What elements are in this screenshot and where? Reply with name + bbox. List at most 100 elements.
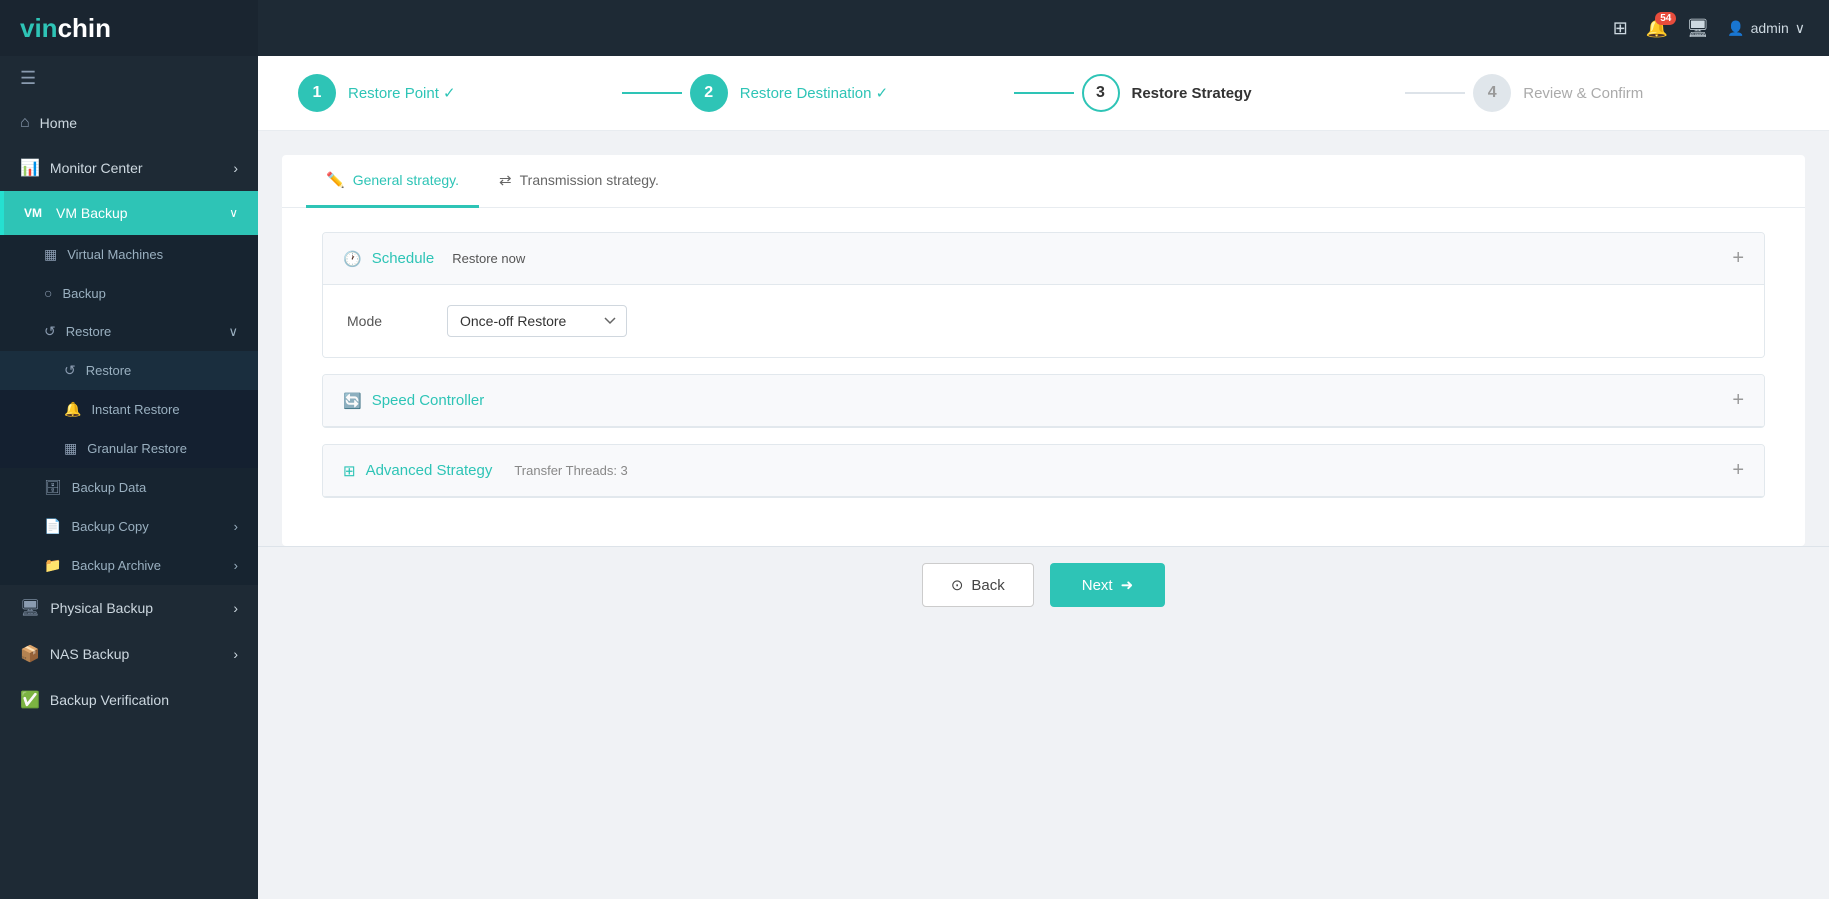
sidebar-label-monitor: Monitor Center (50, 160, 143, 176)
physical-backup-icon: 🖥 (20, 598, 40, 618)
logo: vinchin (0, 0, 258, 56)
sidebar-item-home[interactable]: ⌂ Home (0, 101, 258, 145)
tab-transmission[interactable]: ⇄ Transmission strategy. (479, 155, 679, 208)
next-button[interactable]: Next ➜ (1050, 563, 1165, 607)
mode-label: Mode (347, 313, 427, 329)
sidebar-sub-vm: ▦ Virtual Machines ○ Backup ↺ Restore ∨ … (0, 235, 258, 585)
next-arrow-icon: ➜ (1121, 576, 1134, 594)
sidebar-label-backup-archive: Backup Archive (71, 558, 161, 573)
user-label: admin (1751, 20, 1789, 36)
sidebar-item-backup[interactable]: ○ Backup (0, 274, 258, 312)
step-4-label: Review & Confirm (1523, 85, 1643, 102)
next-label: Next (1082, 577, 1113, 594)
sidebar-label-restore-parent: Restore (66, 324, 112, 339)
sidebar-item-vm-backup[interactable]: VM VM Backup ∨ (0, 191, 258, 235)
back-button[interactable]: ⊙ Back (922, 563, 1034, 607)
main-content: ⊞ 🔔 54 🖥 👤 admin ∨ 1 Restore Point ✓ 2 R… (258, 0, 1829, 899)
content-inner: ✏️ General strategy. ⇄ Transmission stra… (282, 155, 1805, 546)
chevron-backup-archive-icon: › (234, 558, 238, 573)
pencil-icon: ✏️ (326, 171, 345, 189)
notification-badge: 54 (1655, 12, 1676, 25)
backup-icon: ○ (44, 285, 52, 301)
schedule-card-header[interactable]: 🕐 Schedule Restore now + (323, 233, 1764, 285)
advanced-expand-icon[interactable]: + (1732, 459, 1744, 482)
advanced-title: Advanced Strategy (366, 462, 493, 479)
sidebar-label-nas-backup: NAS Backup (50, 646, 129, 662)
sidebar-item-backup-archive[interactable]: 📁 Backup Archive › (0, 546, 258, 585)
chevron-physical-icon: › (233, 600, 238, 616)
grid-icon[interactable]: ⊞ (1613, 18, 1628, 39)
sidebar-item-nas-backup[interactable]: 📦 NAS Backup › (0, 631, 258, 677)
back-label: Back (971, 577, 1004, 594)
step-1-label: Restore Point ✓ (348, 84, 456, 102)
monitor-icon: 📊 (20, 158, 40, 178)
sidebar-item-physical-backup[interactable]: 🖥 Physical Backup › (0, 585, 258, 631)
restore-parent-icon: ↺ (44, 323, 56, 340)
step-1-circle: 1 (298, 74, 336, 112)
speed-expand-icon[interactable]: + (1732, 389, 1744, 412)
sidebar-label-instant-restore: Instant Restore (91, 402, 179, 417)
sidebar-label-backup-data: Backup Data (72, 480, 146, 495)
chevron-down-icon: ∨ (229, 206, 238, 220)
step-3: 3 Restore Strategy (1082, 74, 1398, 112)
chevron-user-icon: ∨ (1795, 20, 1805, 37)
content-area: 1 Restore Point ✓ 2 Restore Destination … (258, 56, 1829, 899)
transfer-icon: ⇄ (499, 171, 512, 189)
sidebar-item-granular-restore[interactable]: ▦ Granular Restore (0, 429, 258, 468)
sidebar-label-home: Home (40, 115, 77, 131)
advanced-status: Transfer Threads: 3 (514, 463, 627, 478)
monitor-display-icon[interactable]: 🖥 (1686, 18, 1709, 39)
advanced-strategy-card: ⊞ Advanced Strategy Transfer Threads: 3 … (322, 444, 1765, 498)
step-1: 1 Restore Point ✓ (298, 74, 614, 112)
topbar: ⊞ 🔔 54 🖥 👤 admin ∨ (258, 0, 1829, 56)
restore-icon: ↺ (64, 362, 76, 379)
chevron-right-icon: › (233, 160, 238, 176)
sidebar-item-backup-copy[interactable]: 📄 Backup Copy › (0, 507, 258, 546)
schedule-card-body: Mode Once-off Restore Scheduled Restore (323, 285, 1764, 357)
sidebar-item-instant-restore[interactable]: 🔔 Instant Restore (0, 390, 258, 429)
user-icon: 👤 (1727, 20, 1744, 37)
sidebar-label-granular-restore: Granular Restore (87, 441, 187, 456)
notification-bell[interactable]: 🔔 54 (1646, 18, 1668, 39)
sidebar: vinchin ☰ ⌂ Home 📊 Monitor Center › VM V… (0, 0, 258, 899)
speed-card-header[interactable]: 🔄 Speed Controller + (323, 375, 1764, 427)
chevron-restore-icon: ∨ (228, 324, 238, 340)
sidebar-label-backup-verification: Backup Verification (50, 692, 169, 708)
backup-archive-icon: 📁 (44, 557, 61, 574)
sidebar-label-restore: Restore (86, 363, 132, 378)
wizard-header: 1 Restore Point ✓ 2 Restore Destination … (258, 56, 1829, 131)
cards-area: 🕐 Schedule Restore now + Mode Once-off R… (282, 208, 1805, 522)
sidebar-item-monitor[interactable]: 📊 Monitor Center › (0, 145, 258, 191)
schedule-header-left: 🕐 Schedule Restore now (343, 250, 525, 268)
chevron-backup-copy-icon: › (234, 519, 238, 534)
sidebar-item-restore-parent[interactable]: ↺ Restore ∨ (0, 312, 258, 351)
step-3-circle: 3 (1082, 74, 1120, 112)
advanced-icon: ⊞ (343, 462, 356, 480)
mode-select[interactable]: Once-off Restore Scheduled Restore (447, 305, 627, 337)
home-icon: ⌂ (20, 114, 30, 132)
verification-icon: ✅ (20, 690, 40, 710)
schedule-status: Restore now (452, 251, 525, 266)
sidebar-item-virtual-machines[interactable]: ▦ Virtual Machines (0, 235, 258, 274)
step-2-label: Restore Destination ✓ (740, 84, 888, 102)
clock-icon: 🕐 (343, 250, 362, 268)
sidebar-label-vm-backup: VM Backup (56, 205, 128, 221)
advanced-card-header[interactable]: ⊞ Advanced Strategy Transfer Threads: 3 … (323, 445, 1764, 497)
back-circle-icon: ⊙ (951, 576, 964, 594)
instant-restore-icon: 🔔 (64, 401, 81, 418)
sidebar-toggle[interactable]: ☰ (0, 56, 258, 101)
step-4-circle: 4 (1473, 74, 1511, 112)
schedule-expand-icon[interactable]: + (1732, 247, 1744, 270)
backup-copy-icon: 📄 (44, 518, 61, 535)
sidebar-item-backup-verification[interactable]: ✅ Backup Verification (0, 677, 258, 723)
connector-3-4 (1405, 92, 1465, 94)
step-3-label: Restore Strategy (1132, 85, 1252, 102)
tab-bar: ✏️ General strategy. ⇄ Transmission stra… (282, 155, 1805, 208)
tab-general[interactable]: ✏️ General strategy. (306, 155, 479, 208)
user-menu[interactable]: 👤 admin ∨ (1727, 20, 1805, 37)
speed-controller-card: 🔄 Speed Controller + (322, 374, 1765, 428)
restore-subsub: ↺ Restore 🔔 Instant Restore ▦ Granular R… (0, 351, 258, 468)
connector-2-3 (1014, 92, 1074, 94)
sidebar-item-restore[interactable]: ↺ Restore (0, 351, 258, 390)
sidebar-item-backup-data[interactable]: 🗄 Backup Data (0, 468, 258, 507)
